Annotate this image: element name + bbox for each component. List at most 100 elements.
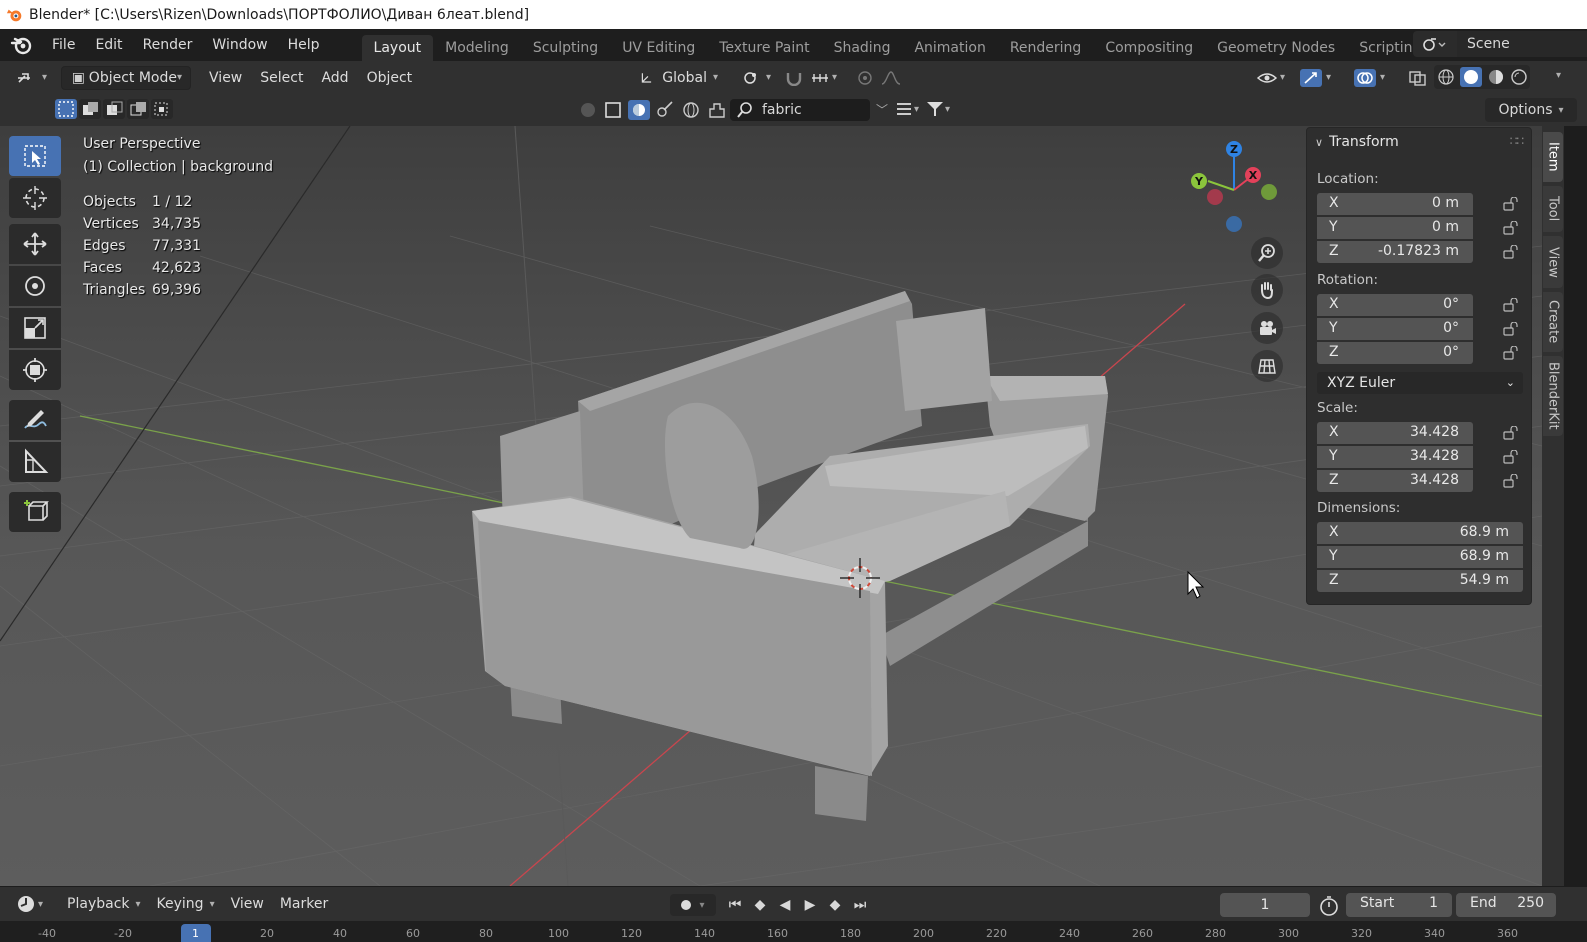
menu-render[interactable]: Render (133, 33, 203, 57)
location-z-field[interactable]: Z -0.17823 m (1317, 241, 1473, 263)
filter-dropdown[interactable]: ▾ (925, 100, 950, 118)
lock-rotation-y-icon[interactable] (1503, 322, 1519, 336)
rotation-y-field[interactable]: Y 0° (1317, 318, 1473, 340)
lock-location-y-icon[interactable] (1503, 221, 1519, 235)
ortho-toggle-button[interactable] (1251, 350, 1283, 382)
shading-options-dropdown[interactable]: ▾ (1556, 70, 1561, 81)
scene-filter-icon[interactable] (706, 100, 728, 120)
move-tool[interactable] (9, 224, 61, 264)
dimensions-y-field[interactable]: Y 68.9 m (1317, 546, 1523, 568)
annotate-tool[interactable] (9, 400, 61, 440)
scene-selector[interactable]: Scene (1413, 31, 1587, 57)
lock-scale-z-icon[interactable] (1503, 474, 1519, 488)
jump-start-icon[interactable]: ⏮ (724, 895, 746, 915)
frame-ruler[interactable]: -40 -20 1 20 40 60 80 100 120 140 160 18… (0, 921, 1587, 942)
lock-rotation-x-icon[interactable] (1503, 298, 1519, 312)
lock-location-z-icon[interactable] (1503, 245, 1519, 259)
editor-type-button[interactable]: ▾ (8, 66, 55, 90)
select-new-icon[interactable] (55, 99, 77, 119)
scene-name[interactable]: Scene (1457, 31, 1587, 57)
measure-tool[interactable] (9, 442, 61, 482)
transform-tool[interactable] (9, 350, 61, 390)
tab-create[interactable]: Create (1543, 292, 1563, 352)
solid-shading-icon[interactable] (1459, 67, 1482, 87)
select-intersect-icon[interactable] (151, 99, 173, 119)
start-frame-field[interactable]: Start 1 (1346, 893, 1452, 917)
select-invert-icon[interactable] (127, 99, 149, 119)
overlays-toggle[interactable]: ▾ (1346, 66, 1393, 90)
lock-scale-x-icon[interactable] (1503, 426, 1519, 440)
add-cube-tool[interactable] (9, 492, 61, 532)
drag-handle-icon[interactable]: ∷∷ (1510, 134, 1524, 148)
tab-animation[interactable]: Animation (902, 35, 997, 61)
cursor-tool[interactable] (9, 178, 61, 218)
rotation-x-field[interactable]: X 0° (1317, 294, 1473, 316)
tab-sculpting[interactable]: Sculpting (521, 35, 610, 61)
xray-toggle[interactable] (1400, 66, 1436, 90)
lock-rotation-z-icon[interactable] (1503, 346, 1519, 360)
tab-modeling[interactable]: Modeling (433, 35, 521, 61)
menu-object[interactable]: Object (359, 66, 421, 90)
dimensions-x-field[interactable]: X 68.9 m (1317, 522, 1523, 544)
gizmo-toggle[interactable]: ▾ (1292, 66, 1339, 90)
rendered-shading-icon[interactable] (1510, 68, 1528, 86)
marker-menu[interactable]: Marker (272, 892, 336, 916)
model-filter-icon[interactable] (602, 100, 624, 120)
materials-active-icon[interactable] (628, 100, 650, 120)
dimensions-z-field[interactable]: Z 54.9 m (1317, 570, 1523, 592)
tab-item[interactable]: Item (1543, 132, 1563, 182)
brush-filter-icon[interactable] (654, 100, 676, 120)
select-subtract-icon[interactable] (103, 99, 125, 119)
playback-menu[interactable]: Playback ▾ (59, 892, 149, 916)
tab-uv-editing[interactable]: UV Editing (610, 35, 707, 61)
current-frame-field[interactable]: 1 (1220, 893, 1310, 917)
location-y-field[interactable]: Y0 m (1317, 217, 1473, 239)
visibility-dropdown[interactable]: ▾ (1248, 66, 1293, 90)
menu-view[interactable]: View (201, 66, 250, 90)
tab-geometry-nodes[interactable]: Geometry Nodes (1205, 35, 1347, 61)
pivot-point-dropdown[interactable]: ▾ (734, 66, 779, 90)
scale-y-field[interactable]: Y 34.428 (1317, 446, 1473, 468)
tab-blenderkit[interactable]: BlenderKit (1543, 356, 1563, 436)
scale-z-field[interactable]: Z 34.428 (1317, 470, 1473, 492)
search-dropdown-icon[interactable]: ﹀ (876, 101, 888, 118)
material-filter-icon[interactable] (578, 100, 598, 120)
menu-window[interactable]: Window (202, 33, 277, 57)
stopwatch-icon[interactable] (1318, 895, 1340, 917)
menu-select[interactable]: Select (252, 66, 311, 90)
end-frame-field[interactable]: End 250 (1456, 893, 1556, 917)
rotate-tool[interactable] (9, 266, 61, 306)
orientation-dropdown[interactable]: Global ▾ (632, 66, 726, 90)
transform-panel-header[interactable]: ∨ Transform (1315, 134, 1399, 150)
play-reverse-icon[interactable]: ◀ (774, 895, 796, 915)
play-icon[interactable]: ▶ (799, 895, 821, 915)
menu-file[interactable]: File (42, 33, 85, 57)
menu-add[interactable]: Add (313, 66, 356, 90)
camera-view-button[interactable] (1251, 312, 1283, 344)
pan-button[interactable] (1251, 274, 1283, 306)
lock-scale-y-icon[interactable] (1503, 450, 1519, 464)
rotation-z-field[interactable]: Z 0° (1317, 342, 1473, 364)
jump-end-icon[interactable]: ⏭ (849, 895, 871, 915)
proportional-falloff-dropdown[interactable] (872, 66, 918, 90)
tab-compositing[interactable]: Compositing (1093, 35, 1205, 61)
tab-view[interactable]: View (1543, 236, 1563, 288)
tab-rendering[interactable]: Rendering (998, 35, 1094, 61)
prev-keyframe-icon[interactable]: ◆ (749, 895, 771, 915)
select-box-tool[interactable] (9, 136, 61, 176)
rotation-mode-dropdown[interactable]: XYZ Euler ⌄ (1317, 372, 1523, 394)
menu-help[interactable]: Help (278, 33, 330, 57)
keying-menu[interactable]: Keying ▾ (149, 892, 223, 916)
tab-tool[interactable]: Tool (1543, 186, 1563, 232)
material-preview-icon[interactable] (1487, 68, 1505, 86)
scene-icon[interactable] (1413, 31, 1457, 57)
blender-menu-icon[interactable] (10, 33, 34, 57)
asset-search-input[interactable]: fabric (730, 99, 870, 121)
navigation-gizmo[interactable]: Z X Y (1180, 136, 1290, 236)
next-keyframe-icon[interactable]: ◆ (824, 895, 846, 915)
wireframe-shading-icon[interactable] (1437, 68, 1455, 86)
auto-keying-toggle[interactable]: ▾ (670, 894, 716, 916)
menu-edit[interactable]: Edit (85, 33, 132, 57)
tab-shading[interactable]: Shading (822, 35, 903, 61)
world-filter-icon[interactable] (680, 100, 702, 120)
